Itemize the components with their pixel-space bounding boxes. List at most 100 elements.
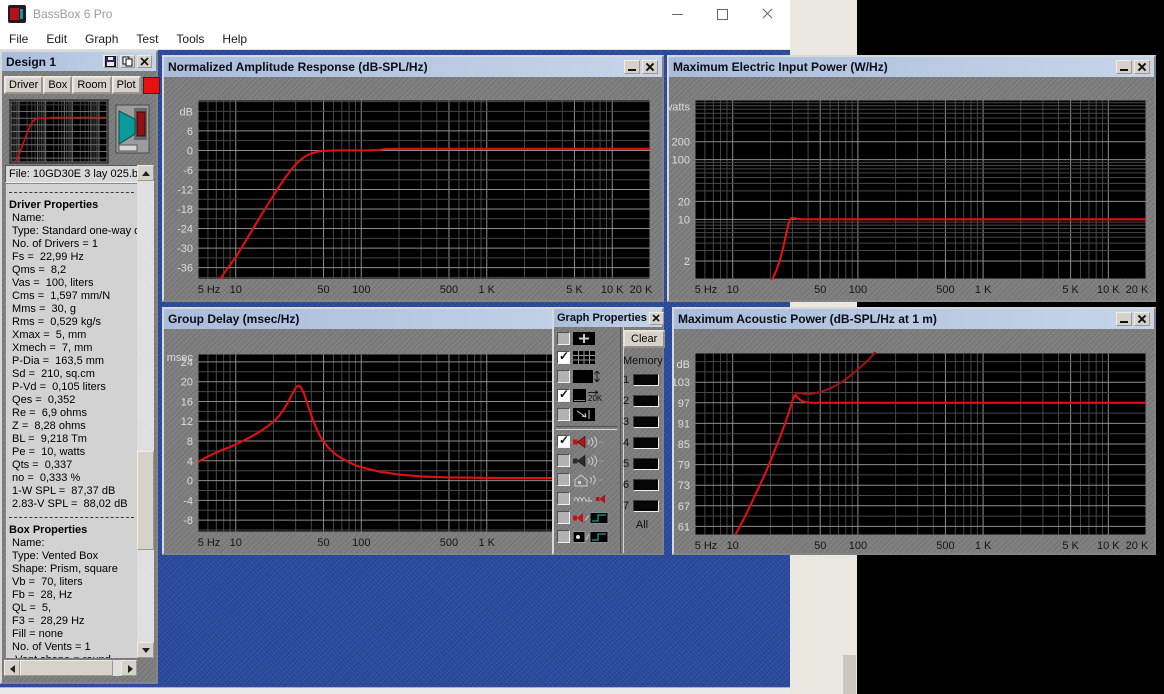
checkbox-vent-signal[interactable] <box>557 530 570 543</box>
minimize-button[interactable] <box>1116 312 1132 326</box>
memory-slot-4-swatch[interactable] <box>633 436 659 449</box>
close-button[interactable] <box>648 311 664 325</box>
plot-preview-thumbnail[interactable] <box>9 99 109 164</box>
chart-max-electric-input-power[interactable]: 200 100 20 10 2 watts 5 Hz 10 50 100 500 1 K 5 K 10 K… <box>663 77 1154 300</box>
chart-normalized-amplitude[interactable]: 6 0 -6 -12 -18 -24 -30 -36 dB 5 Hz 10 50 100 500 1 K 5 … <box>164 77 662 300</box>
tab-room[interactable]: Room <box>72 76 112 94</box>
svg-text:91: 91 <box>678 418 690 430</box>
window-titlebar[interactable]: Maximum Acoustic Power (dB-SPL/Hz at 1 m… <box>674 309 1154 329</box>
svg-text:20 K: 20 K <box>1126 540 1149 552</box>
checkbox-crosshair[interactable] <box>557 332 570 345</box>
menu-item-help[interactable]: Help <box>213 32 256 46</box>
copy-button[interactable] <box>120 55 135 68</box>
window-titlebar[interactable]: Maximum Electric Input Power (W/Hz) <box>669 57 1154 77</box>
memory-slot-5-swatch[interactable] <box>633 457 659 470</box>
memory-slot-7-swatch[interactable] <box>633 499 659 512</box>
scroll-right-button[interactable] <box>121 660 137 676</box>
memory-slot-6-swatch[interactable] <box>633 478 659 491</box>
checkbox-passive-radiator-output[interactable] <box>557 454 570 467</box>
svg-text:2: 2 <box>684 256 690 268</box>
property-heading: Box Properties <box>9 524 88 536</box>
property-line: Shape: Prism, square <box>9 563 118 575</box>
svg-text:6: 6 <box>187 126 193 138</box>
app-titlebar[interactable]: BassBox 6 Pro <box>0 0 790 28</box>
property-line: Re = 6,9 ohms <box>9 407 87 419</box>
svg-text:10: 10 <box>678 214 690 226</box>
scroll-up-button[interactable] <box>137 165 154 181</box>
tab-driver[interactable]: Driver <box>4 76 44 94</box>
window-normalized-amplitude: Normalized Amplitude Response (dB-SPL/Hz… <box>162 55 664 302</box>
svg-text:16: 16 <box>181 396 193 408</box>
menu-item-graph[interactable]: Graph <box>76 32 127 46</box>
graph-properties-titlebar[interactable]: Graph Properties <box>554 309 664 327</box>
window-titlebar[interactable]: Normalized Amplitude Response (dB-SPL/Hz… <box>164 57 662 77</box>
menu-item-test[interactable]: Test <box>127 32 167 46</box>
panel-close-button[interactable] <box>137 55 152 68</box>
separator <box>9 186 139 199</box>
speaker-cutaway-icon <box>115 99 155 164</box>
minimize-button[interactable] <box>624 60 640 74</box>
menu-item-edit[interactable]: Edit <box>37 32 76 46</box>
memory-slot-1-swatch[interactable] <box>633 373 659 386</box>
menu-item-tools[interactable]: Tools <box>167 32 213 46</box>
memory-slot-2-swatch[interactable] <box>633 394 659 407</box>
close-button[interactable] <box>1134 312 1150 326</box>
checkbox-amplitude-scale[interactable] <box>557 370 570 383</box>
memory-slot-number: 4 <box>623 436 630 449</box>
graph-option-row: 20K <box>555 386 618 405</box>
checkbox-auto-scale[interactable] <box>557 408 570 421</box>
chart-max-acoustic-power[interactable]: 103 97 91 85 79 73 67 61 dB 5 Hz 10 50 100 500 1 K 5 K 1… <box>672 329 1154 553</box>
minimize-icon <box>1120 321 1128 323</box>
svg-text:500: 500 <box>440 284 458 296</box>
checkbox-room-response[interactable] <box>557 473 570 486</box>
close-button[interactable] <box>642 60 658 74</box>
close-button[interactable] <box>745 0 790 28</box>
scrollbar-thumb[interactable] <box>137 450 154 550</box>
checkbox-grid[interactable] <box>557 349 570 364</box>
plot-color-swatch[interactable] <box>142 76 160 94</box>
tab-plot[interactable]: Plot <box>111 76 141 94</box>
menu-item-file[interactable]: File <box>0 32 37 46</box>
svg-text:50: 50 <box>317 284 329 296</box>
tab-box[interactable]: Box <box>43 76 73 94</box>
vertical-scrollbar[interactable] <box>137 165 154 658</box>
memory-all-label[interactable]: All <box>623 519 661 531</box>
close-icon <box>650 312 663 323</box>
checkbox-driver-signal[interactable] <box>557 511 570 524</box>
svg-text:8: 8 <box>187 436 193 448</box>
property-line: P-Dia = 163,5 mm <box>9 355 105 367</box>
close-button[interactable] <box>1134 60 1150 74</box>
checkbox-frequency-range-20k[interactable] <box>557 387 570 402</box>
design-panel-titlebar[interactable]: Design 1 <box>2 52 156 71</box>
svg-text:10: 10 <box>727 284 739 296</box>
checkbox-filter-network[interactable] <box>557 492 570 505</box>
memory-row: 1 <box>623 369 661 390</box>
save-button[interactable] <box>103 55 118 68</box>
minimize-icon <box>628 69 636 71</box>
memory-slot-number: 1 <box>623 373 630 386</box>
scroll-down-button[interactable] <box>137 642 154 658</box>
minimize-button[interactable] <box>1116 60 1132 74</box>
svg-text:10 K: 10 K <box>1097 284 1120 296</box>
svg-text:5 K: 5 K <box>1062 284 1079 296</box>
minimize-icon <box>1120 69 1128 71</box>
svg-text:103: 103 <box>674 377 690 389</box>
maximize-button[interactable] <box>700 0 745 28</box>
checkbox-driver-output[interactable] <box>557 433 570 448</box>
svg-text:20K: 20K <box>588 394 603 402</box>
scrollbar-thumb[interactable] <box>20 660 114 676</box>
memory-slot-3-swatch[interactable] <box>633 415 659 428</box>
svg-text:1 K: 1 K <box>478 284 495 296</box>
clear-button[interactable]: Clear <box>623 330 666 348</box>
svg-text:1 K: 1 K <box>975 540 992 552</box>
memory-slot-number: 7 <box>623 499 630 512</box>
scroll-left-button[interactable] <box>4 660 20 676</box>
svg-text:10: 10 <box>230 537 242 549</box>
horizontal-scrollbar[interactable] <box>4 660 137 676</box>
minimize-button[interactable] <box>655 0 700 28</box>
property-line: Pe = 10, watts <box>9 446 86 458</box>
svg-text:10: 10 <box>727 540 739 552</box>
property-line: Qes = 0,352 <box>9 394 76 406</box>
file-selector[interactable]: File: 10GD30E 3 lay 025.bb6 <box>5 165 139 183</box>
memory-row: 3 <box>623 411 661 432</box>
